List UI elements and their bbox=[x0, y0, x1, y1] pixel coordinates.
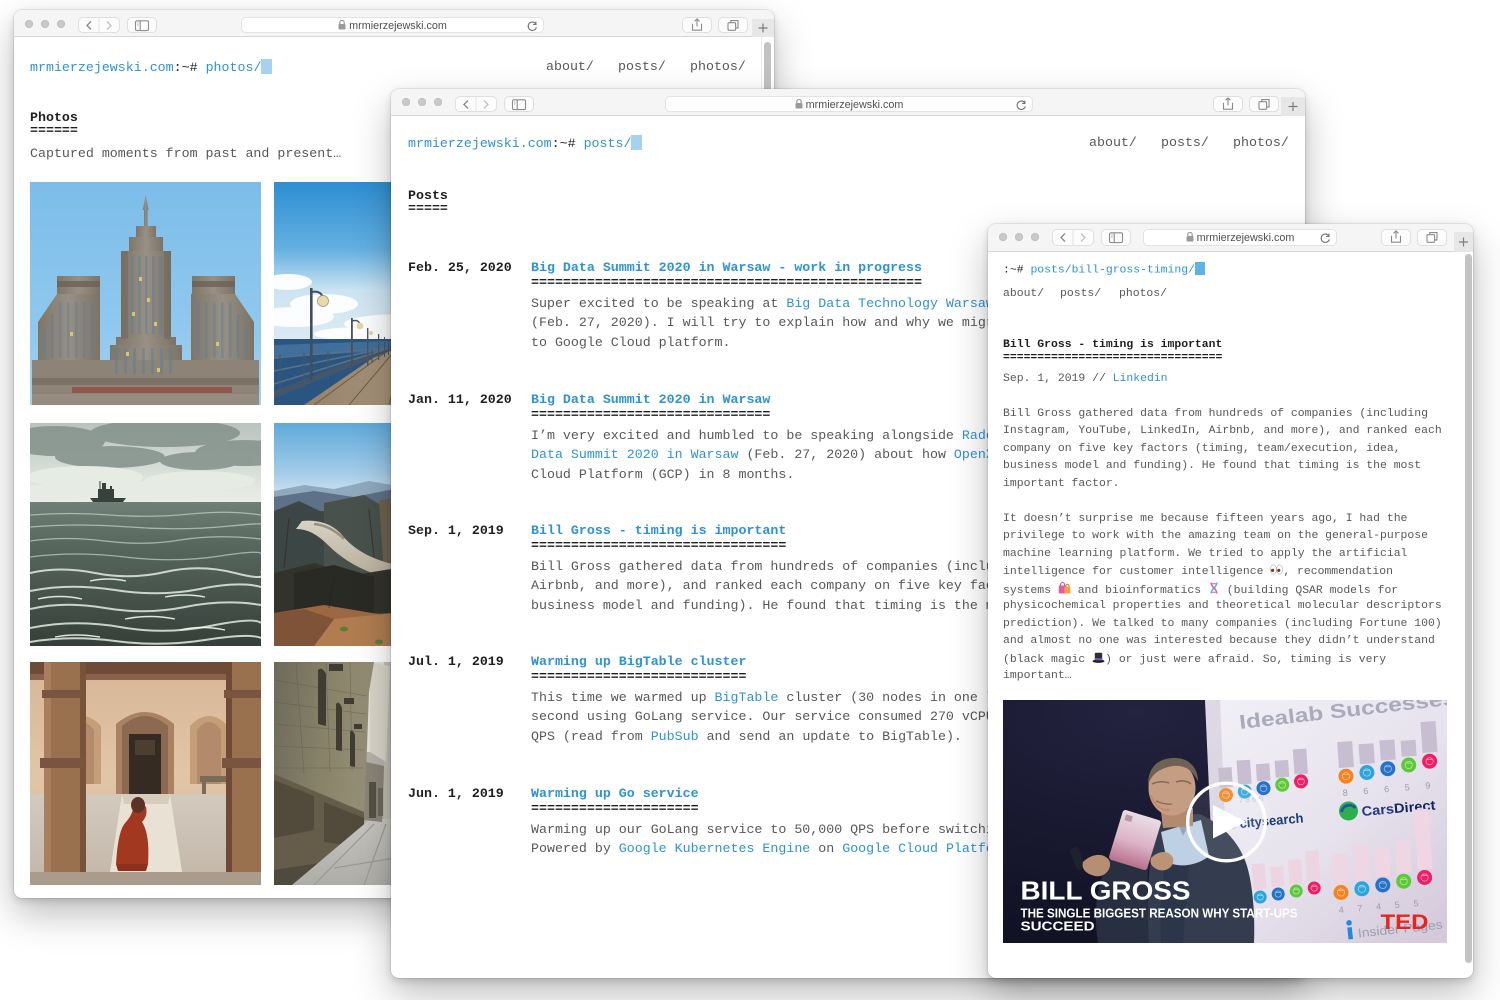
svg-text:SUCCEED: SUCCEED bbox=[1021, 919, 1095, 934]
svg-text:BILL GROSS: BILL GROSS bbox=[1021, 878, 1191, 906]
svg-text:TED: TED bbox=[1381, 910, 1429, 934]
